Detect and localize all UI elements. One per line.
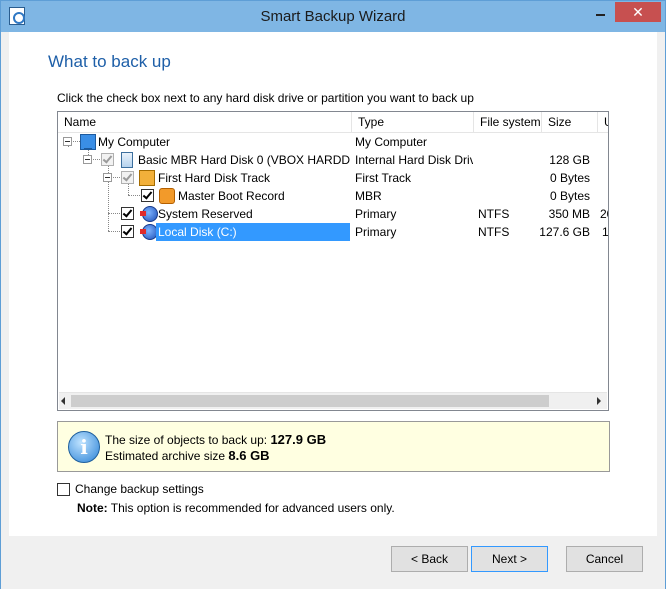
tree-row-size: 127.6 GB (539, 225, 590, 239)
first-track-checkbox[interactable] (121, 171, 134, 184)
page-title: What to back up (48, 52, 171, 71)
cancel-button[interactable]: Cancel (566, 546, 643, 572)
wizard-window: Smart Backup Wizard ✕ What to back up Cl… (0, 0, 666, 589)
tree-row-type: Primary (355, 207, 397, 221)
tree-row-local-disk-c[interactable]: Local Disk (C:) Primary NTFS 127.6 GB 1 (58, 223, 608, 241)
change-backup-settings-label[interactable]: Change backup settings (75, 482, 204, 496)
column-header-type[interactable]: Type (352, 112, 474, 133)
tree-row-size: 0 Bytes (549, 171, 590, 185)
tree-row-my-computer[interactable]: My Computer My Computer (58, 133, 608, 151)
hard-disk-checkbox[interactable] (101, 153, 114, 166)
tree-row-name: Local Disk (C:) (156, 223, 350, 241)
hard-disk-icon (121, 152, 133, 168)
wizard-content: What to back up Click the check box next… (9, 32, 657, 536)
tree-row-name: Master Boot Record (178, 189, 285, 203)
horizontal-scrollbar[interactable] (59, 392, 607, 409)
change-backup-settings-checkbox[interactable] (57, 483, 70, 496)
tree-row-name: Basic MBR Hard Disk 0 (VBOX HARDDISK) (138, 153, 350, 167)
close-button[interactable]: ✕ (615, 2, 661, 22)
tree-row-type: Internal Hard Disk Drive (355, 153, 473, 167)
tree-row-type: Primary (355, 225, 397, 239)
archive-size-line: Estimated archive size 8.6 GB (105, 448, 270, 463)
next-button[interactable]: Next > (471, 546, 548, 572)
instruction-text: Click the check box next to any hard dis… (57, 91, 474, 105)
tree-row-name: First Hard Disk Track (158, 171, 271, 185)
scroll-left-icon[interactable] (61, 397, 65, 405)
backup-size-label: The size of objects to back up: (105, 433, 268, 447)
tree-row-hard-disk[interactable]: Basic MBR Hard Disk 0 (VBOX HARDDISK) In… (58, 151, 608, 169)
tree-row-size: 128 GB (549, 153, 590, 167)
tree-row-used: 1 (602, 225, 609, 239)
mbr-checkbox[interactable] (141, 189, 154, 202)
column-header-file-system[interactable]: File system (474, 112, 542, 133)
column-header-size[interactable]: Size (542, 112, 598, 133)
backup-size-line: The size of objects to back up: 127.9 GB (105, 432, 326, 447)
tree-row-system-reserved[interactable]: System Reserved Primary NTFS 350 MB 20 (58, 205, 608, 223)
collapse-icon[interactable] (103, 173, 112, 182)
collapse-icon[interactable] (83, 155, 92, 164)
scroll-right-icon[interactable] (597, 397, 601, 405)
minimize-button[interactable] (587, 2, 614, 22)
backup-size-value: 127.9 GB (270, 432, 327, 447)
tree-row-type: MBR (355, 189, 382, 203)
backup-size-info: i The size of objects to back up: 127.9 … (57, 421, 610, 472)
scroll-thumb[interactable] (71, 395, 549, 407)
tree-row-name: System Reserved (158, 207, 253, 221)
collapse-icon[interactable] (63, 137, 72, 146)
tree-row-size: 350 MB (548, 207, 590, 221)
note-text: This option is recommended for advanced … (110, 501, 395, 515)
info-icon: i (68, 431, 100, 463)
tree-row-file-system: NTFS (478, 225, 510, 239)
wizard-footer: < Back Next > Cancel (1, 537, 665, 589)
disk-tree-view[interactable]: Name Type File system Size Us My Compute… (57, 111, 609, 411)
disk-track-icon (139, 170, 155, 186)
note-label: Note: (77, 501, 108, 515)
title-bar[interactable]: Smart Backup Wizard ✕ (1, 1, 665, 32)
tree-row-file-system: NTFS (478, 207, 510, 221)
tree-row-name: My Computer (98, 135, 171, 149)
back-button[interactable]: < Back (391, 546, 468, 572)
advanced-note: Note: This option is recommended for adv… (77, 501, 395, 515)
mbr-icon (159, 188, 175, 204)
tree-row-first-track[interactable]: First Hard Disk Track First Track 0 Byte… (58, 169, 608, 187)
column-header-used[interactable]: Us (598, 112, 608, 133)
local-disk-c-checkbox[interactable] (121, 225, 134, 238)
tree-row-type: First Track (355, 171, 411, 185)
archive-size-value: 8.6 GB (228, 448, 270, 463)
tree-row-size: 0 Bytes (549, 189, 590, 203)
window-title: Smart Backup Wizard (260, 8, 406, 25)
tree-row-mbr[interactable]: Master Boot Record MBR 0 Bytes (58, 187, 608, 205)
archive-size-label: Estimated archive size (105, 449, 226, 463)
tree-row-type: My Computer (355, 135, 428, 149)
column-header-name[interactable]: Name (58, 112, 352, 133)
system-reserved-checkbox[interactable] (121, 207, 134, 220)
computer-icon (80, 134, 96, 150)
partition-icon (140, 206, 158, 222)
tree-row-used: 20 (600, 207, 608, 221)
